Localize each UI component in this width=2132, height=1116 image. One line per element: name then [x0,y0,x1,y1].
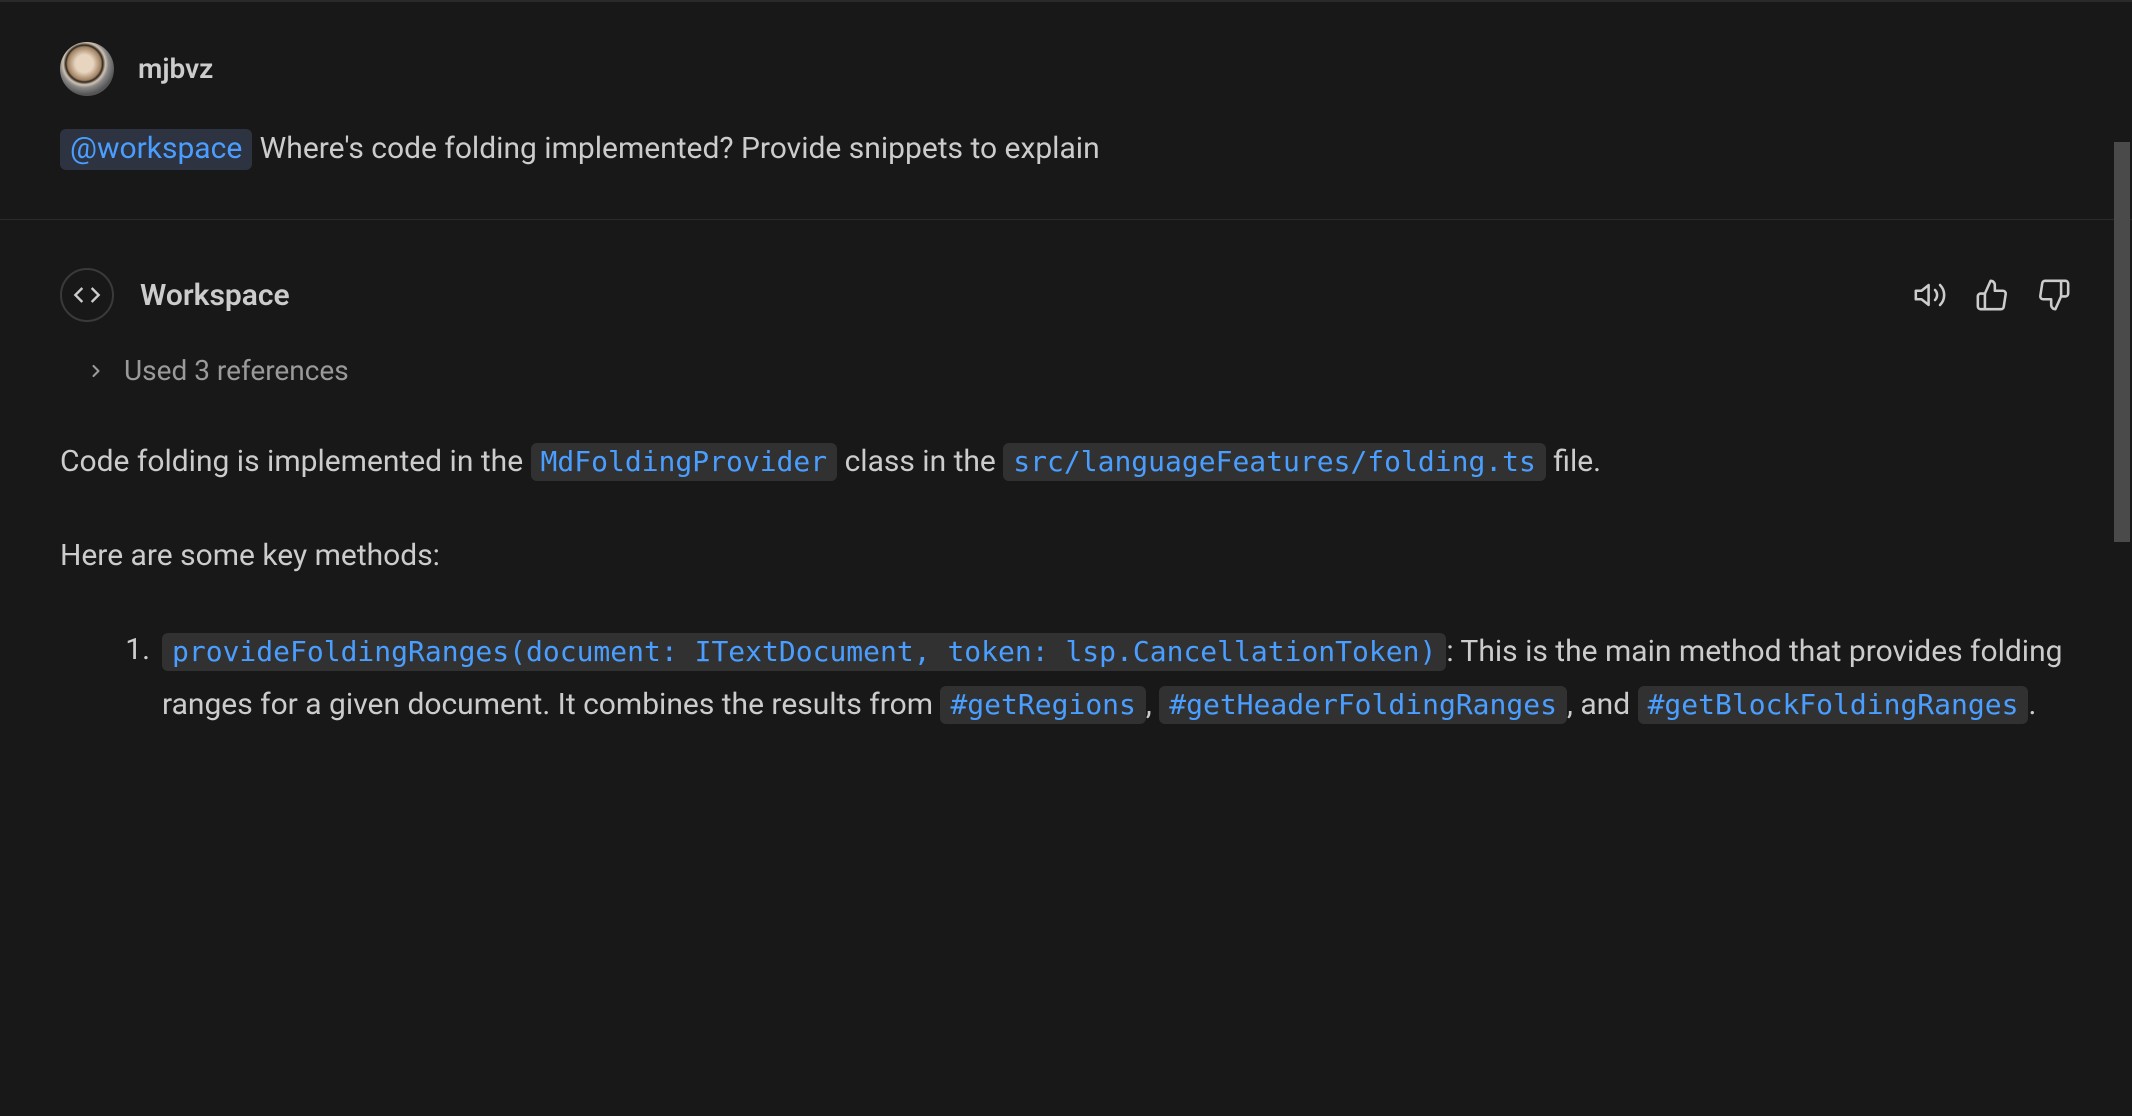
methods-heading: Here are some key methods: [60,532,2072,580]
item1-suffix: . [2028,687,2036,722]
sep2: , and [1567,687,1638,722]
action-icons-group [1912,277,2072,313]
thumbs-up-button[interactable] [1974,277,2010,313]
answer-intro-paragraph: Code folding is implemented in the MdFol… [60,438,2072,486]
user-message-block: mjbvz @workspace Where's code folding im… [0,2,2132,220]
workspace-icon [60,268,114,322]
speaker-button[interactable] [1912,277,1948,313]
user-header: mjbvz [60,42,2072,96]
thumbs-down-button[interactable] [2036,277,2072,313]
scrollbar-track[interactable] [2112,2,2132,1116]
method-link-getheaderfoldingranges[interactable]: #getHeaderFoldingRanges [1159,686,1567,724]
workspace-mention-tag[interactable]: @workspace [60,129,252,170]
assistant-header-row: Workspace [60,268,2072,322]
thumbs-down-icon [2037,278,2071,312]
chevron-right-icon [86,361,106,381]
list-number: 1. [112,626,150,731]
assistant-header-left: Workspace [60,268,290,322]
list-item: 1. provideFoldingRanges(document: ITextD… [112,626,2072,731]
speaker-icon [1913,278,1947,312]
user-message-text: @workspace Where's code folding implemen… [60,126,2072,171]
list-item-content: provideFoldingRanges(document: ITextDocu… [162,626,2072,731]
assistant-message-block: Workspace [0,220,2132,731]
thumbs-up-icon [1975,278,2009,312]
assistant-answer: Code folding is implemented in the MdFol… [60,438,2072,731]
username: mjbvz [138,48,213,90]
file-path-link[interactable]: src/languageFeatures/folding.ts [1003,443,1546,481]
method-link-getregions[interactable]: #getRegions [940,686,1145,724]
intro-text-3: file. [1546,444,1601,479]
methods-list: 1. provideFoldingRanges(document: ITextD… [60,626,2072,731]
scrollbar-thumb[interactable] [2114,142,2130,542]
method-link-getblockfoldingranges[interactable]: #getBlockFoldingRanges [1638,686,2029,724]
references-label: Used 3 references [124,350,349,392]
references-toggle[interactable]: Used 3 references [60,350,2072,392]
user-avatar[interactable] [60,42,114,96]
class-name-link[interactable]: MdFoldingProvider [531,443,838,481]
method-signature-link[interactable]: provideFoldingRanges(document: ITextDocu… [162,633,1446,671]
sep1: , [1146,687,1159,722]
intro-text-1: Code folding is implemented in the [60,444,531,479]
intro-text-2: class in the [837,444,1003,479]
assistant-title: Workspace [140,273,290,318]
code-brackets-icon [73,281,101,309]
user-question-text: Where's code folding implemented? Provid… [252,131,1099,166]
